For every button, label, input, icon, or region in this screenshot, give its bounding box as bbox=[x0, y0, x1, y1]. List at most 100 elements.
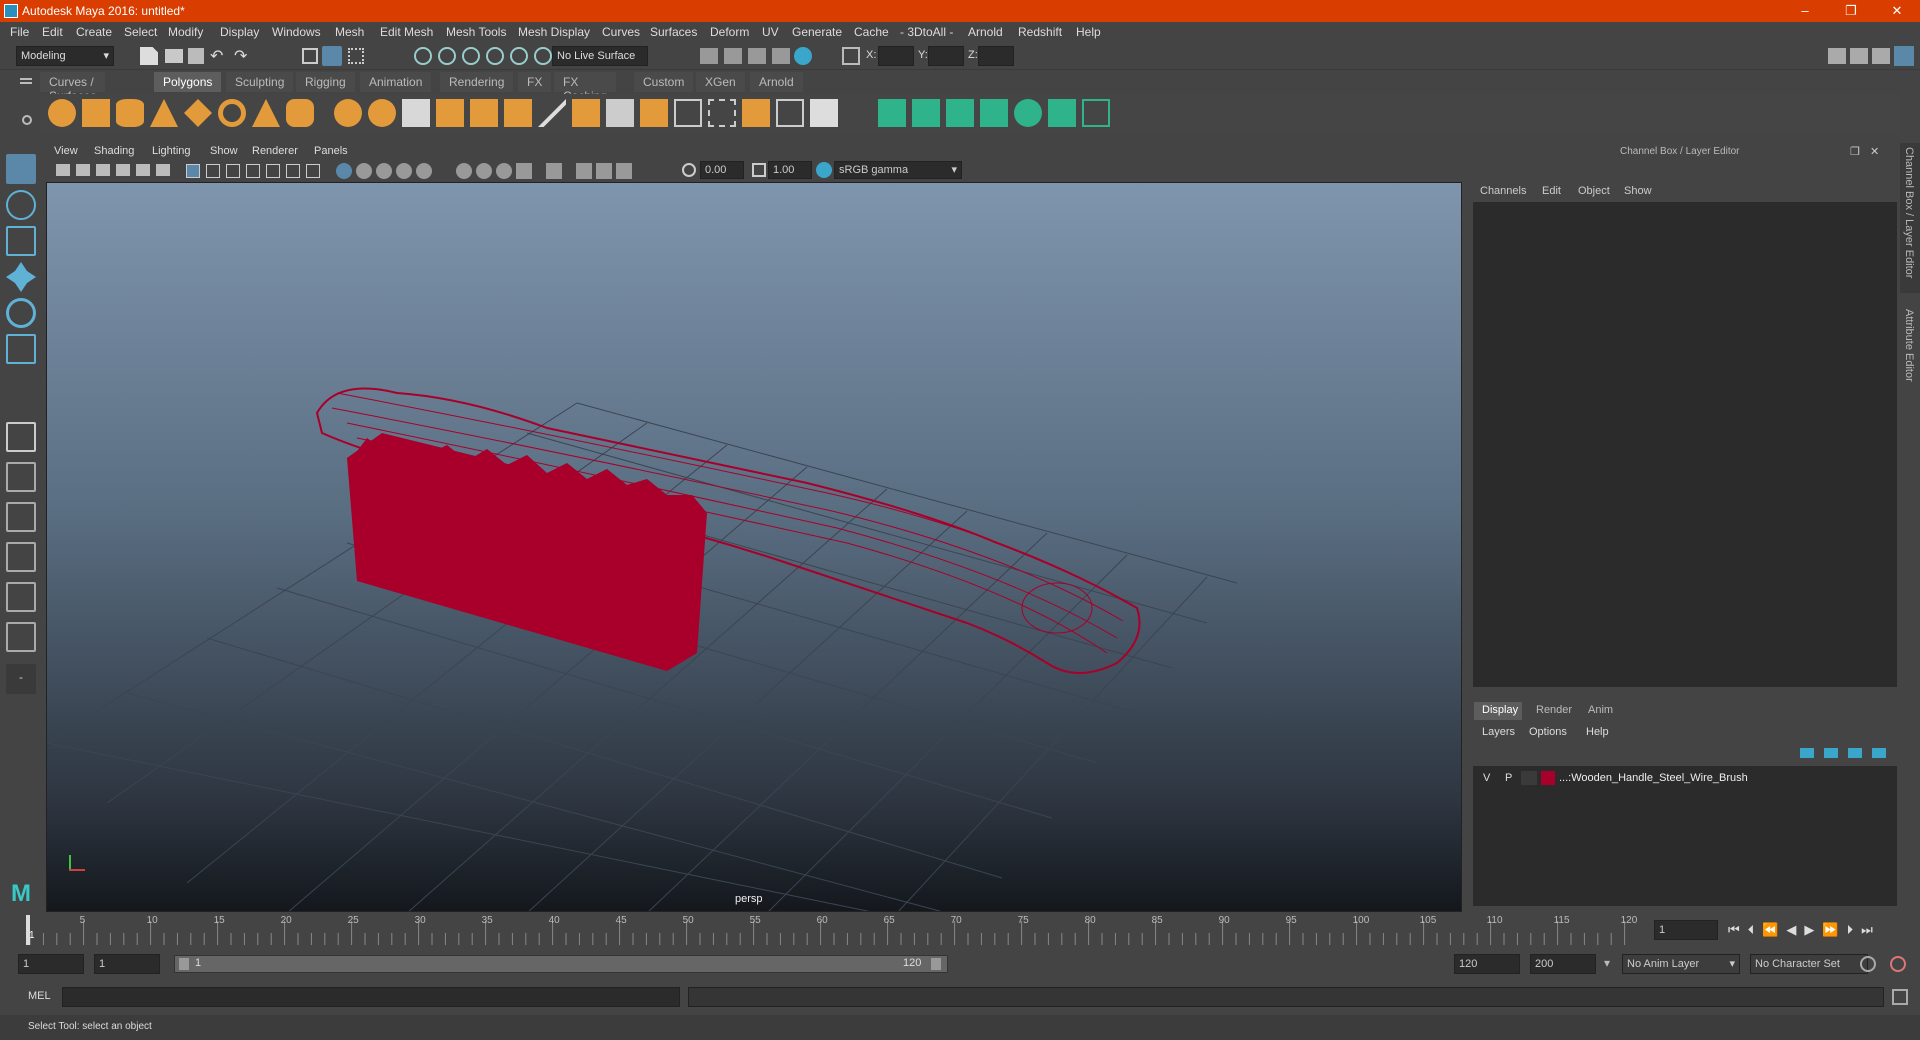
chevron-down-icon[interactable]: ▾ bbox=[1604, 956, 1610, 970]
range-handle-left[interactable] bbox=[179, 958, 189, 970]
tab-xgen[interactable]: XGen bbox=[696, 72, 745, 92]
close-panel-icon[interactable]: ✕ bbox=[1870, 145, 1879, 158]
go-to-start-icon[interactable]: ⏮ bbox=[1728, 922, 1748, 937]
paint-select-tool-icon[interactable] bbox=[6, 226, 36, 256]
transform-field-icon[interactable] bbox=[842, 47, 860, 65]
gamma-icon[interactable] bbox=[752, 163, 766, 177]
menu-windows[interactable]: Windows bbox=[272, 25, 321, 39]
image-plane-icon[interactable] bbox=[116, 164, 130, 176]
menu-arnold[interactable]: Arnold bbox=[968, 25, 1003, 39]
playback-end-field[interactable]: 120 bbox=[1454, 954, 1520, 974]
tab-arnold[interactable]: Arnold bbox=[750, 72, 803, 92]
smooth-icon[interactable] bbox=[436, 99, 464, 127]
collapse-icon[interactable] bbox=[810, 99, 838, 127]
film-gate-icon[interactable] bbox=[206, 164, 220, 178]
scale-tool-icon[interactable] bbox=[6, 334, 36, 364]
layer-playback-toggle[interactable]: P bbox=[1505, 772, 1512, 784]
menu-edit-mesh[interactable]: Edit Mesh bbox=[380, 25, 433, 39]
side-tab-attribute-editor[interactable]: Attribute Editor bbox=[1900, 305, 1920, 395]
script-editor-icon[interactable] bbox=[1892, 989, 1908, 1005]
layer-visibility-toggle[interactable]: V bbox=[1483, 772, 1490, 784]
current-frame-field[interactable]: 1 bbox=[1654, 920, 1718, 940]
save-scene-icon[interactable] bbox=[188, 48, 204, 64]
tab-rigging[interactable]: Rigging bbox=[296, 72, 355, 92]
step-back-icon[interactable]: ⏴ bbox=[1748, 922, 1763, 937]
color-space-dropdown[interactable]: sRGB gamma ▾ bbox=[834, 161, 962, 179]
tab-fx-caching[interactable]: FX Caching bbox=[554, 72, 617, 103]
append-polygon-icon[interactable] bbox=[606, 99, 634, 127]
gate-mask-icon[interactable] bbox=[246, 164, 260, 178]
gamma-field[interactable]: 1.00 bbox=[768, 161, 812, 179]
move-tool-icon[interactable] bbox=[6, 262, 36, 292]
render-view-icon[interactable] bbox=[724, 48, 742, 64]
camera-attributes-icon[interactable] bbox=[76, 164, 90, 176]
tab-sculpting[interactable]: Sculpting bbox=[226, 72, 294, 92]
play-back-icon[interactable]: ◀ bbox=[1786, 922, 1804, 937]
snap-view-icon[interactable] bbox=[534, 47, 552, 65]
grid-toggle-icon[interactable] bbox=[186, 164, 200, 178]
smooth-shade-icon[interactable] bbox=[356, 163, 372, 179]
four-view-layout-icon[interactable] bbox=[6, 462, 36, 492]
redo-icon[interactable]: ↷ bbox=[234, 46, 247, 66]
bridge-icon[interactable] bbox=[538, 99, 566, 127]
new-scene-icon[interactable] bbox=[140, 47, 158, 65]
hypershade-icon[interactable] bbox=[794, 47, 812, 65]
channels-menu-channels[interactable]: Channels bbox=[1480, 185, 1526, 197]
play-forward-icon[interactable]: ▶ bbox=[1804, 922, 1822, 937]
end-time-field[interactable]: 200 bbox=[1530, 954, 1596, 974]
shelf-settings-icon[interactable] bbox=[22, 115, 32, 125]
resolution-gate-icon[interactable] bbox=[226, 164, 240, 178]
single-perspective-layout-icon[interactable] bbox=[6, 422, 36, 452]
ipr-render-icon[interactable] bbox=[748, 48, 766, 64]
shadows-icon[interactable] bbox=[456, 163, 472, 179]
anti-aliasing-icon[interactable] bbox=[516, 163, 532, 179]
viewport-menu-panels[interactable]: Panels bbox=[314, 145, 348, 157]
viewport-menu-view[interactable]: View bbox=[54, 145, 78, 157]
menu-deform[interactable]: Deform bbox=[710, 25, 749, 39]
isolate-select-icon[interactable] bbox=[546, 163, 562, 179]
channel-box-toggle-icon[interactable] bbox=[1894, 46, 1914, 66]
go-to-end-icon[interactable]: ⏭ bbox=[1861, 922, 1881, 937]
layers-menu-layers[interactable]: Layers bbox=[1482, 726, 1515, 738]
menu-create[interactable]: Create bbox=[76, 25, 112, 39]
minimize-button[interactable]: – bbox=[1782, 0, 1828, 22]
select-tool-icon[interactable] bbox=[6, 154, 36, 184]
camera-select-icon[interactable] bbox=[56, 164, 70, 176]
xray-components-icon[interactable] bbox=[616, 163, 632, 179]
mel-label[interactable]: MEL bbox=[28, 990, 51, 1002]
wireframe-on-shaded-icon[interactable] bbox=[376, 163, 392, 179]
menu-select[interactable]: Select bbox=[124, 25, 157, 39]
menu-curves[interactable]: Curves bbox=[602, 25, 640, 39]
exposure-field[interactable]: 0.00 bbox=[700, 161, 744, 179]
step-forward-key-icon[interactable]: ⏩ bbox=[1822, 922, 1846, 937]
float-panel-icon[interactable]: ❐ bbox=[1850, 145, 1860, 158]
exposure-icon[interactable] bbox=[682, 163, 696, 177]
use-all-lights-icon[interactable] bbox=[416, 163, 432, 179]
poly-cylinder-icon[interactable] bbox=[116, 99, 144, 127]
menu-edit[interactable]: Edit bbox=[42, 25, 63, 39]
anim-layer-dropdown[interactable]: No Anim Layer ▾ bbox=[1622, 954, 1740, 974]
bookmark-icon[interactable] bbox=[96, 164, 110, 176]
automatic-mapping-icon[interactable] bbox=[980, 99, 1008, 127]
color-management-icon[interactable] bbox=[816, 162, 832, 178]
tool-settings-toggle-icon[interactable] bbox=[1872, 48, 1890, 64]
menu-uv[interactable]: UV bbox=[762, 25, 779, 39]
tab-fx[interactable]: FX bbox=[518, 72, 552, 92]
character-set-dropdown[interactable]: No Character Set bbox=[1750, 954, 1868, 974]
tab-animation[interactable]: Animation bbox=[360, 72, 432, 92]
move-layer-down-icon[interactable] bbox=[1824, 748, 1838, 758]
spherical-mapping-icon[interactable] bbox=[946, 99, 974, 127]
animation-preferences-icon[interactable] bbox=[1890, 956, 1906, 972]
merge-icon[interactable] bbox=[776, 99, 804, 127]
range-handle-right[interactable] bbox=[931, 958, 941, 970]
extrude-icon[interactable] bbox=[504, 99, 532, 127]
poly-torus-icon[interactable] bbox=[218, 99, 246, 127]
xray-joints-icon[interactable] bbox=[596, 163, 612, 179]
step-back-key-icon[interactable]: ⏪ bbox=[1762, 922, 1786, 937]
viewport-menu-renderer[interactable]: Renderer bbox=[252, 145, 298, 157]
tab-custom[interactable]: Custom bbox=[634, 72, 694, 92]
planar-mapping-icon[interactable] bbox=[878, 99, 906, 127]
start-time-field[interactable]: 1 bbox=[18, 954, 84, 974]
expand-layouts-button[interactable]: - bbox=[6, 664, 36, 694]
menu-display[interactable]: Display bbox=[220, 25, 259, 39]
